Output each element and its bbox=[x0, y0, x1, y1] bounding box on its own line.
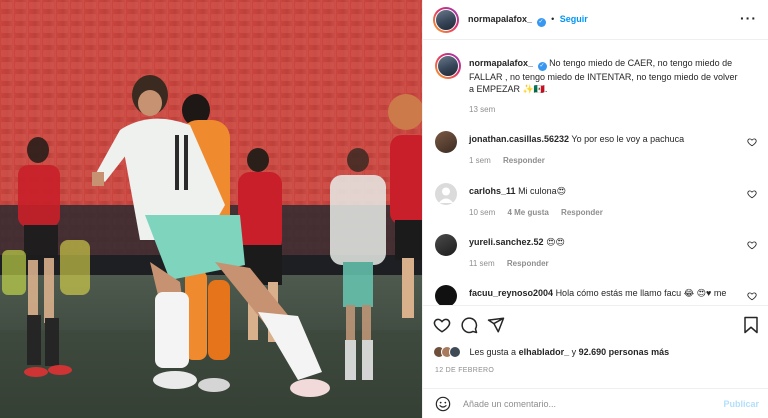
likes-summary[interactable]: Les gusta a elhablador_ y 92.690 persona… bbox=[433, 346, 669, 358]
likes-mid: y bbox=[569, 347, 579, 357]
soccer-match-photo bbox=[0, 0, 422, 418]
comment-meta: 10 sem 4 Me gusta Responder bbox=[469, 208, 613, 217]
emoji-icon[interactable] bbox=[435, 396, 451, 412]
comment-username[interactable]: carlohs_11 bbox=[469, 186, 516, 196]
comment-text: carlohs_11 Mi culona😍 bbox=[469, 185, 744, 197]
comment-bubble-icon[interactable] bbox=[460, 316, 478, 334]
verified-badge-icon: ✓ bbox=[537, 62, 547, 71]
heart-icon[interactable] bbox=[747, 137, 757, 147]
follow-button[interactable]: Seguir bbox=[560, 14, 588, 24]
post-sidebar: normapalafox_ ✓ • Seguir ··· normapalafo… bbox=[422, 0, 768, 418]
reply-button[interactable]: Responder bbox=[561, 208, 603, 217]
comment-meta: 11 sem Responder bbox=[469, 259, 559, 268]
caption-text: normapalafox_ ✓ No tengo miedo de CAER, … bbox=[469, 57, 744, 95]
likes-user[interactable]: elhablador_ bbox=[519, 347, 570, 357]
comment-username[interactable]: yureli.sanchez.52 bbox=[469, 237, 544, 247]
comment-body: Yo por eso le voy a pachuca bbox=[571, 134, 685, 144]
default-avatar-icon bbox=[438, 187, 454, 203]
instagram-post: normapalafox_ ✓ • Seguir ··· normapalafo… bbox=[0, 0, 768, 418]
comment-body: 😍😍 bbox=[546, 237, 565, 247]
likes-prefix: Les gusta a bbox=[469, 347, 519, 357]
post-header: normapalafox_ ✓ • Seguir ··· bbox=[423, 0, 768, 40]
comment-body: Mi culona😍 bbox=[518, 186, 566, 196]
liker-avatar bbox=[449, 346, 461, 358]
comment-likes[interactable]: 4 Me gusta bbox=[507, 208, 548, 217]
heart-icon[interactable] bbox=[433, 316, 451, 334]
add-comment-bar: Añade un comentario... Publicar bbox=[423, 388, 768, 418]
commenter-avatar[interactable] bbox=[435, 131, 457, 153]
post-photo[interactable] bbox=[0, 0, 422, 418]
separator-dot: • bbox=[551, 14, 555, 24]
author-avatar[interactable] bbox=[433, 7, 459, 33]
comment-meta: 1 sem Responder bbox=[469, 156, 555, 165]
caption-meta: 13 sem bbox=[469, 105, 505, 114]
publish-button[interactable]: Publicar bbox=[723, 399, 759, 409]
caption-avatar[interactable] bbox=[435, 53, 461, 79]
comment-text: yureli.sanchez.52 😍😍 bbox=[469, 236, 744, 248]
comment-time[interactable]: 11 sem bbox=[469, 259, 495, 268]
paper-plane-icon[interactable] bbox=[487, 316, 505, 334]
likes-count[interactable]: 92.690 personas más bbox=[579, 347, 670, 357]
bookmark-icon[interactable] bbox=[743, 316, 759, 334]
comments-area[interactable]: normapalafox_ ✓ No tengo miedo de CAER, … bbox=[423, 40, 768, 305]
heart-icon[interactable] bbox=[747, 240, 757, 250]
commenter-avatar[interactable] bbox=[435, 183, 457, 205]
comment-text: jonathan.casillas.56232 Yo por eso le vo… bbox=[469, 133, 744, 145]
caption-time[interactable]: 13 sem bbox=[469, 105, 495, 114]
more-options-icon[interactable]: ··· bbox=[740, 10, 757, 26]
verified-badge-icon: ✓ bbox=[536, 18, 546, 27]
reply-button[interactable]: Responder bbox=[507, 259, 549, 268]
heart-icon[interactable] bbox=[747, 189, 757, 199]
commenter-avatar[interactable] bbox=[435, 285, 457, 305]
comment-username[interactable]: jonathan.casillas.56232 bbox=[469, 134, 569, 144]
comment-body: Hola cómo estás me llamo facu 😂 😍♥ me bbox=[555, 288, 727, 298]
comment-username[interactable]: facuu_reynoso2004 bbox=[469, 288, 553, 298]
caption-username[interactable]: normapalafox_ bbox=[469, 58, 533, 68]
commenter-avatar[interactable] bbox=[435, 234, 457, 256]
comment-input[interactable]: Añade un comentario... bbox=[463, 399, 556, 409]
author-line: normapalafox_ ✓ • Seguir bbox=[468, 14, 588, 27]
author-username[interactable]: normapalafox_ bbox=[468, 14, 532, 24]
post-date[interactable]: 12 DE FEBRERO bbox=[435, 367, 494, 374]
comment-time[interactable]: 10 sem bbox=[469, 208, 495, 217]
comment-time[interactable]: 1 sem bbox=[469, 156, 491, 165]
comment-text: facuu_reynoso2004 Hola cómo estás me lla… bbox=[469, 287, 744, 299]
reply-button[interactable]: Responder bbox=[503, 156, 545, 165]
heart-icon[interactable] bbox=[747, 291, 757, 301]
